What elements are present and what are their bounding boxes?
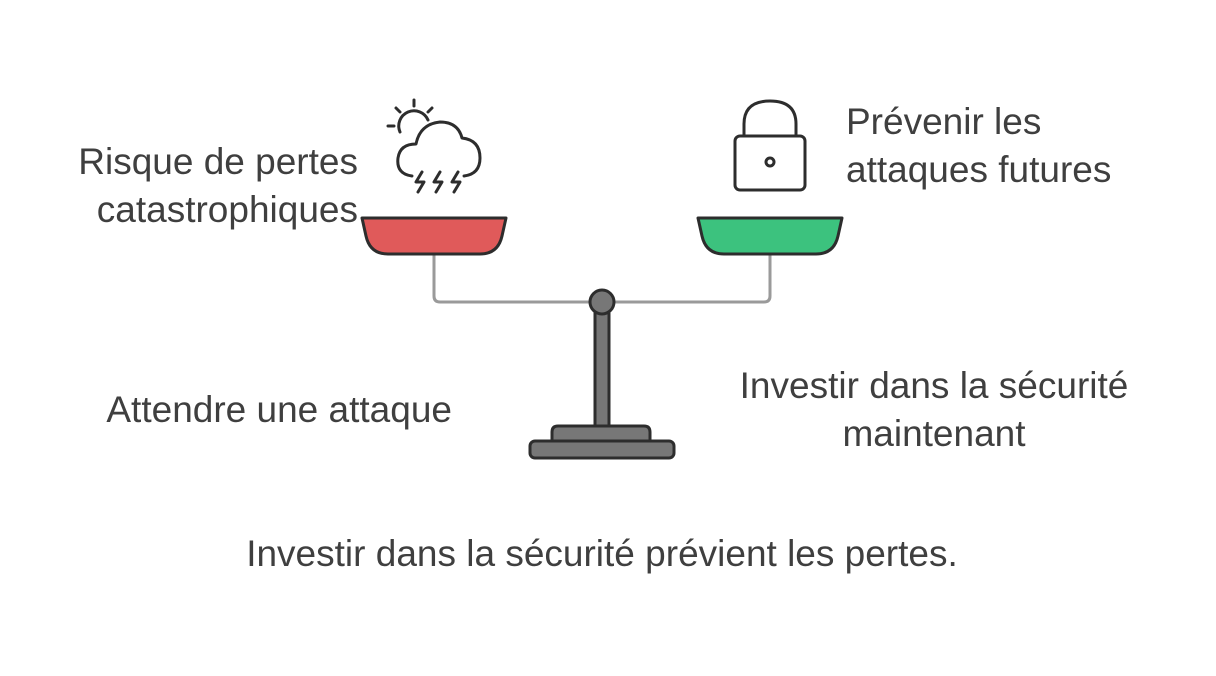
right-option-label-line: maintenant <box>842 413 1026 454</box>
left-top-label-line: Risque de pertes <box>78 141 358 182</box>
padlock-icon <box>733 99 807 192</box>
left-option-label: Attendre une attaque <box>106 389 452 430</box>
scale-base <box>528 439 676 460</box>
storm-cloud-icon <box>386 98 482 194</box>
left-pan <box>360 216 508 256</box>
left-top-label: Risque de pertes catastrophiques <box>40 138 358 234</box>
right-option-label-line: Investir dans la sécurité <box>739 365 1129 406</box>
right-pan <box>696 216 844 256</box>
right-top-label-line: Prévenir les <box>846 101 1042 142</box>
right-top-label: Prévenir les attaques futures <box>846 98 1111 194</box>
right-option-label: Investir dans la sécurité maintenant <box>722 362 1146 458</box>
right-top-label-line: attaques futures <box>846 149 1112 190</box>
conclusion-caption: Investir dans la sécurité prévient les p… <box>246 533 958 574</box>
scale-pivot <box>588 288 616 316</box>
left-top-label-line: catastrophiques <box>96 189 358 230</box>
scale-pillar <box>593 304 611 434</box>
